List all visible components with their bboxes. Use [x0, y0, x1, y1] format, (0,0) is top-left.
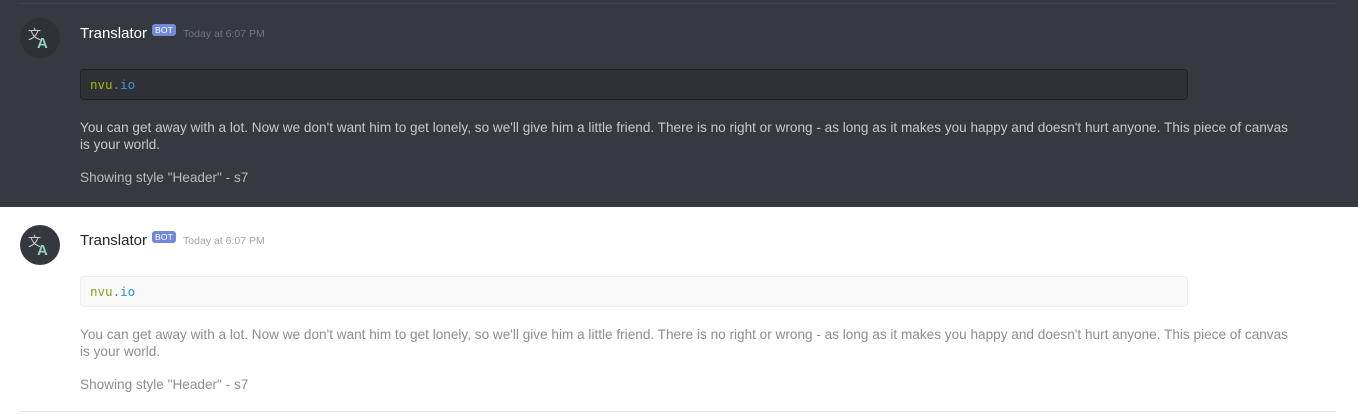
- message-dark: 文 A Translator BOT Today at 6:07 PM nvu.…: [0, 0, 1358, 207]
- message-light: 文 A Translator BOT Today at 6:07 PM nvu.…: [0, 207, 1358, 414]
- svg-text:A: A: [37, 242, 48, 259]
- message-divider: [20, 3, 1336, 4]
- code-domain-name: nvu: [90, 77, 113, 92]
- bot-avatar[interactable]: 文 A: [20, 18, 60, 58]
- timestamp: Today at 6:07 PM: [183, 28, 265, 40]
- code-block: nvu. io: [80, 69, 1188, 100]
- code-domain-ext: io: [120, 77, 136, 92]
- message-body: You can get away with a lot. Now we don'…: [80, 120, 1288, 152]
- translate-icon: 文 A: [28, 235, 48, 259]
- code-domain-name: nvu: [90, 284, 113, 299]
- code-block: nvu. io: [80, 276, 1188, 307]
- style-info: Showing style "Header" - s7: [80, 377, 249, 392]
- code-domain-ext: io: [120, 284, 136, 299]
- message-body: You can get away with a lot. Now we don'…: [80, 327, 1288, 359]
- translate-icon: 文 A: [28, 28, 48, 52]
- message-divider: [20, 411, 1336, 412]
- message-header: Translator BOT Today at 6:07 PM: [80, 229, 265, 251]
- bot-badge: BOT: [151, 231, 177, 243]
- username[interactable]: Translator: [80, 25, 147, 42]
- svg-text:A: A: [37, 35, 48, 52]
- code-dot: .: [112, 284, 121, 299]
- message-header: Translator BOT Today at 6:07 PM: [80, 22, 265, 44]
- username[interactable]: Translator: [80, 232, 147, 249]
- code-dot: .: [112, 77, 121, 92]
- timestamp: Today at 6:07 PM: [183, 235, 265, 247]
- bot-avatar[interactable]: 文 A: [20, 225, 60, 265]
- style-info: Showing style "Header" - s7: [80, 170, 249, 185]
- bot-badge: BOT: [151, 24, 177, 36]
